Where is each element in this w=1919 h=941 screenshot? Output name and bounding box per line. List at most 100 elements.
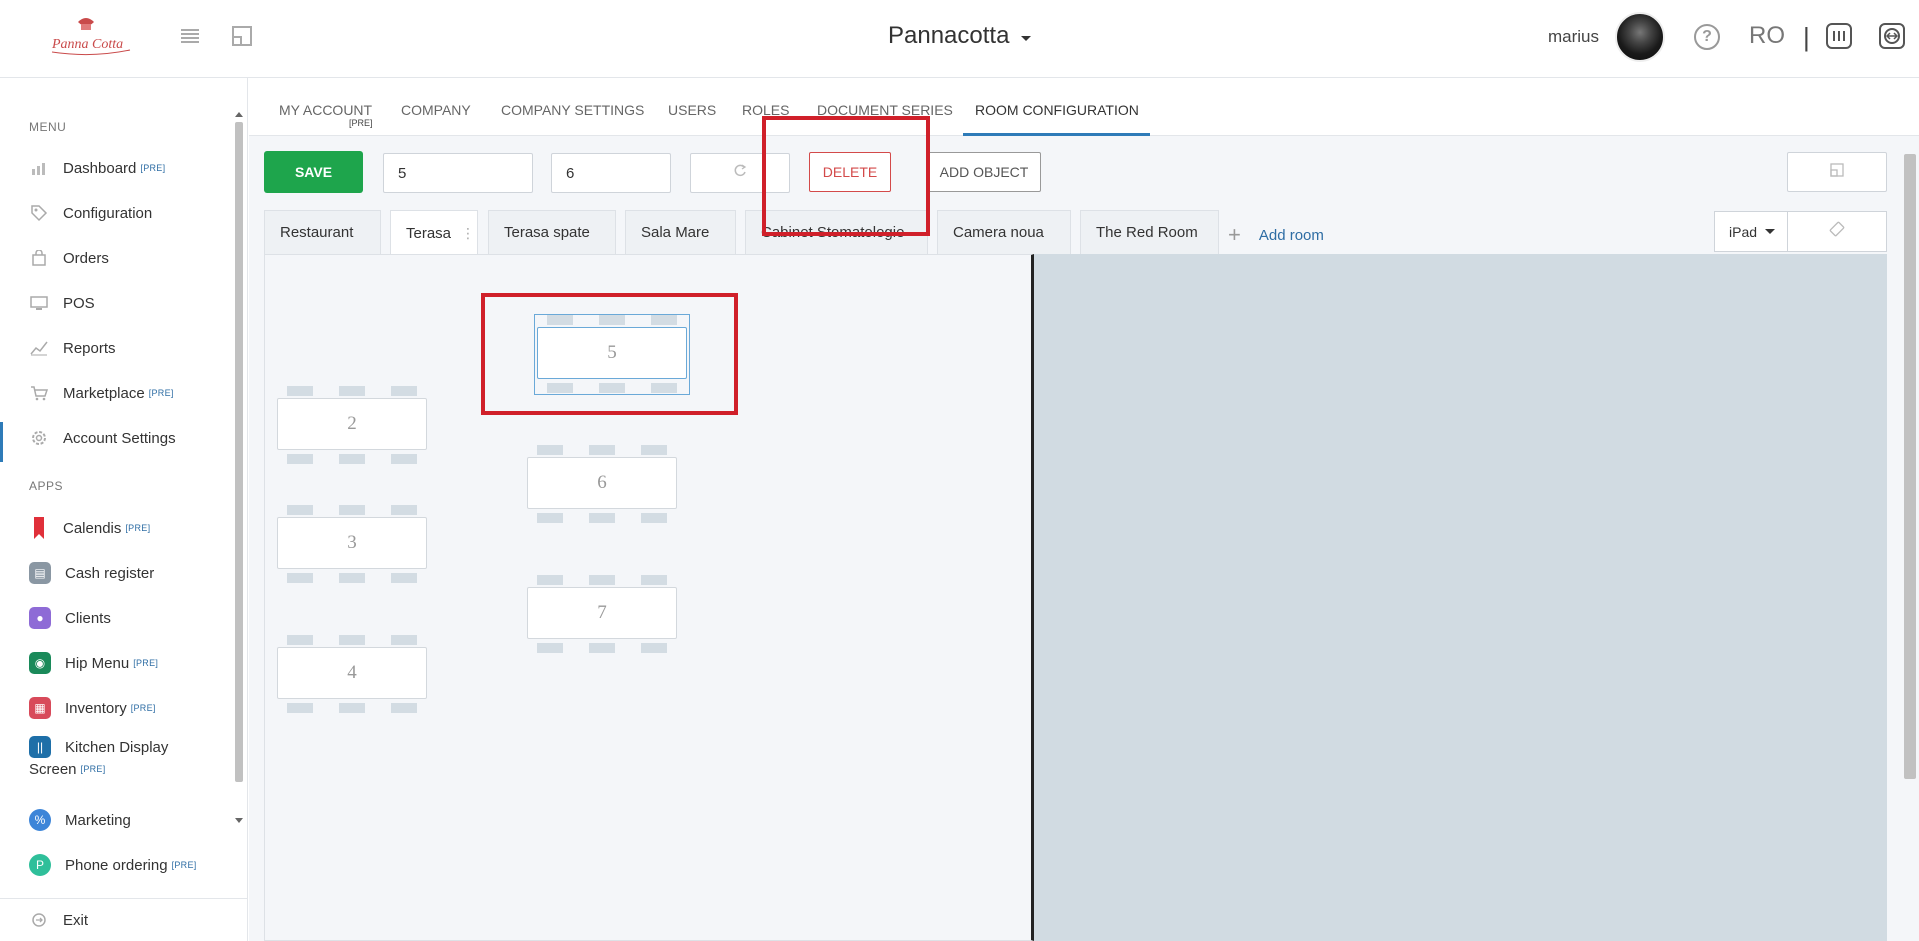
table-seats-input[interactable] xyxy=(551,153,671,193)
add-room-button[interactable]: + Add room xyxy=(1228,222,1324,248)
sidebar-item-label: Hip Menu xyxy=(65,654,130,672)
chair xyxy=(287,386,313,396)
logo-text: Panna Cotta xyxy=(51,37,123,52)
sidebar-item-label: Orders xyxy=(63,249,109,267)
sidebar-scrollbar[interactable] xyxy=(233,108,245,828)
sidebar: MENU Dashboard [PRE] Configuration Order… xyxy=(0,78,248,941)
pre-badge: [PRE] xyxy=(130,703,156,713)
chair xyxy=(391,573,417,583)
menu-section-label: MENU xyxy=(29,120,67,134)
sidebar-scroll-thumb[interactable] xyxy=(235,122,243,782)
company-logo[interactable]: Panna Cotta xyxy=(48,14,132,58)
clients-icon: ● xyxy=(29,607,51,629)
sidebar-item-hip-menu[interactable]: ◉ Hip Menu [PRE] xyxy=(0,645,232,681)
resize-icon xyxy=(1830,162,1844,182)
hamburger-menu-icon[interactable] xyxy=(176,22,204,50)
tab-company-settings[interactable]: COMPANY SETTINGS xyxy=(501,102,644,118)
room-tab-the-red-room[interactable]: The Red Room xyxy=(1080,210,1219,254)
sidebar-item-marketplace[interactable]: Marketplace [PRE] xyxy=(0,375,232,411)
tab-my-account[interactable]: MY ACCOUNT xyxy=(279,102,372,118)
room-tab-sala-mare[interactable]: Sala Mare xyxy=(625,210,736,254)
device-select[interactable]: iPad xyxy=(1714,211,1788,252)
chair xyxy=(339,454,365,464)
register-icon[interactable] xyxy=(1826,23,1852,49)
sidebar-item-reports[interactable]: Reports xyxy=(0,330,232,366)
room-tab-restaurant[interactable]: Restaurant xyxy=(264,210,381,254)
room-tab-terasa[interactable]: Terasa ⋮ xyxy=(390,210,478,256)
company-selector[interactable]: Pannacotta xyxy=(888,22,1009,50)
sidebar-item-label: Clients xyxy=(65,609,111,627)
sidebar-item-label: Marketing xyxy=(65,811,131,829)
active-tab-indicator xyxy=(963,133,1150,136)
device-orientation-button[interactable] xyxy=(1787,211,1887,252)
main-scrollbar[interactable] xyxy=(1904,154,1916,779)
gear-icon xyxy=(29,428,49,448)
highlight-box-delete xyxy=(762,116,930,236)
chair xyxy=(391,703,417,713)
settings-tabs: MY ACCOUNT [PRE] COMPANY COMPANY SETTING… xyxy=(249,78,1919,136)
chair xyxy=(537,643,563,653)
sidebar-item-orders[interactable]: Orders xyxy=(0,240,232,276)
tag-icon xyxy=(29,203,49,223)
layout-toggle-button[interactable] xyxy=(1787,152,1887,192)
table-3[interactable]: 3 xyxy=(277,505,427,583)
tab-room-configuration[interactable]: ROOM CONFIGURATION xyxy=(975,102,1139,118)
add-object-button[interactable]: ADD OBJECT xyxy=(927,152,1041,192)
room-tab-terasa-spate[interactable]: Terasa spate xyxy=(488,210,616,254)
table-2[interactable]: 2 xyxy=(277,386,427,464)
sidebar-item-label: Kitchen Display xyxy=(65,738,169,756)
bookmark-icon xyxy=(29,517,49,539)
user-avatar[interactable] xyxy=(1615,12,1665,62)
sidebar-item-inventory[interactable]: ▦ Inventory [PRE] xyxy=(0,690,232,726)
marketing-icon: % xyxy=(29,809,51,831)
device-select-value: iPad xyxy=(1729,223,1758,240)
cash-register-icon: ▤ xyxy=(29,562,51,584)
chair xyxy=(287,505,313,515)
phone-ordering-icon: P xyxy=(29,854,51,876)
scroll-up-arrow-icon[interactable] xyxy=(235,112,243,117)
exit-icon xyxy=(29,910,49,930)
sidebar-item-kitchen-display-screen[interactable]: || Kitchen Display Screen [PRE] xyxy=(0,734,232,794)
table-4[interactable]: 4 xyxy=(277,635,427,713)
exit-button[interactable]: Exit xyxy=(0,898,248,941)
language-selector[interactable]: RO xyxy=(1749,22,1785,50)
more-vertical-icon[interactable]: ⋮ xyxy=(461,225,475,242)
sidebar-item-clients[interactable]: ● Clients xyxy=(0,600,232,636)
sidebar-item-calendis[interactable]: Calendis [PRE] xyxy=(0,510,232,546)
chair xyxy=(391,505,417,515)
tab-company[interactable]: COMPANY xyxy=(401,102,471,118)
table-number: 3 xyxy=(277,517,427,569)
sidebar-item-dashboard[interactable]: Dashboard [PRE] xyxy=(0,150,232,186)
sidebar-item-phone-ordering[interactable]: P Phone ordering [PRE] xyxy=(0,847,232,883)
sidebar-item-cash-register[interactable]: ▤ Cash register xyxy=(0,555,232,591)
username[interactable]: marius xyxy=(1548,27,1599,47)
table-6[interactable]: 6 xyxy=(527,445,677,523)
table-number-input[interactable] xyxy=(383,153,533,193)
out-of-bounds-area xyxy=(1034,254,1887,941)
company-caret-icon[interactable] xyxy=(1021,36,1031,41)
sidebar-item-pos[interactable]: POS xyxy=(0,285,232,321)
table-number: 2 xyxy=(277,398,427,450)
table-7[interactable]: 7 xyxy=(527,575,677,653)
header-separator: | xyxy=(1803,22,1810,52)
scroll-down-arrow-icon[interactable] xyxy=(235,818,243,823)
sidebar-item-configuration[interactable]: Configuration xyxy=(0,195,232,231)
pre-badge: [PRE] xyxy=(171,860,197,870)
sidebar-item-label: Configuration xyxy=(63,204,153,222)
sidebar-item-label: Phone ordering xyxy=(65,856,168,874)
sidebar-item-marketing[interactable]: % Marketing xyxy=(0,802,232,838)
sidebar-item-account-settings[interactable]: Account Settings xyxy=(0,420,232,462)
pre-badge: [PRE] xyxy=(80,764,106,774)
help-icon[interactable]: ? xyxy=(1694,24,1720,50)
save-button[interactable]: SAVE xyxy=(264,151,363,193)
sidebar-item-label: Inventory xyxy=(65,699,127,717)
tab-users[interactable]: USERS xyxy=(668,102,716,118)
chair xyxy=(589,643,615,653)
chair xyxy=(641,575,667,585)
chair xyxy=(537,513,563,523)
chair xyxy=(641,445,667,455)
room-tab-camera-noua[interactable]: Camera noua xyxy=(937,210,1071,254)
sync-icon[interactable] xyxy=(1879,23,1905,49)
sidebar-item-label: Dashboard xyxy=(63,159,137,177)
fullscreen-icon[interactable] xyxy=(228,22,256,50)
